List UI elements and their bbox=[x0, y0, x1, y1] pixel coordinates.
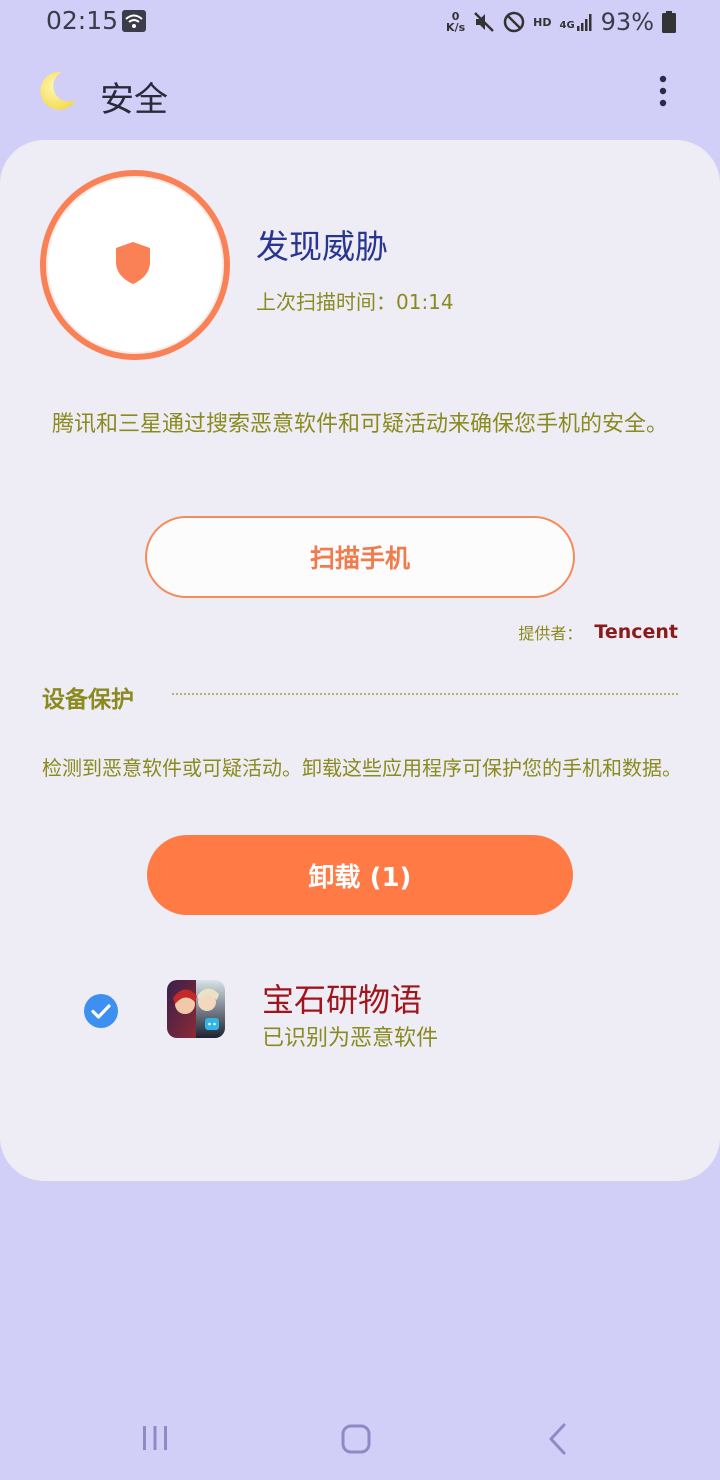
recents-icon[interactable] bbox=[140, 1424, 170, 1452]
battery-percent: 93% bbox=[600, 8, 654, 36]
app-bar: 安全 bbox=[0, 60, 720, 124]
network-speed: 0 K/s bbox=[446, 10, 466, 34]
shield-icon bbox=[116, 242, 150, 284]
hd-indicator: HD bbox=[533, 15, 552, 29]
signal-icon bbox=[576, 14, 592, 31]
last-scan-time: 上次扫描时间：01:14 bbox=[256, 290, 454, 314]
threat-status-title: 发现威胁 bbox=[256, 227, 388, 266]
page-title: 安全 bbox=[100, 80, 168, 120]
provider-info: 提供者： Tencent bbox=[518, 620, 678, 644]
provider-label: 提供者： bbox=[518, 624, 583, 643]
back-icon[interactable] bbox=[546, 1422, 570, 1456]
wifi-icon bbox=[122, 10, 146, 32]
battery-icon bbox=[662, 11, 676, 33]
status-bar: 02:15 0 K/s HD 4G 93% bbox=[0, 0, 720, 44]
more-vertical-icon[interactable] bbox=[652, 74, 674, 108]
app-malware-status: 已识别为恶意软件 bbox=[262, 1026, 439, 1051]
navigation-bar bbox=[0, 1400, 720, 1480]
do-not-disturb-icon bbox=[503, 11, 525, 33]
status-icons: 0 K/s HD 4G 93% bbox=[446, 6, 676, 38]
checkbox-checked-icon[interactable] bbox=[82, 992, 120, 1030]
app-icon bbox=[167, 980, 225, 1038]
section-divider bbox=[172, 693, 678, 695]
scan-phone-button[interactable]: 扫描手机 bbox=[145, 516, 575, 598]
security-description: 腾讯和三星通过搜索恶意软件和可疑活动来确保您手机的安全。 bbox=[51, 412, 668, 437]
mute-icon bbox=[474, 12, 495, 32]
home-icon[interactable] bbox=[340, 1423, 372, 1455]
uninstall-button[interactable]: 卸载 (1) bbox=[147, 835, 573, 915]
app-name: 宝石研物语 bbox=[262, 981, 423, 1019]
provider-name: Tencent bbox=[594, 621, 678, 643]
moon-icon bbox=[40, 71, 76, 110]
status-time: 02:15 bbox=[46, 6, 119, 35]
device-protection-description: 检测到恶意软件或可疑活动。卸载这些应用程序可保护您的手机和数据。 bbox=[42, 756, 682, 780]
device-protection-title: 设备保护 bbox=[42, 687, 134, 713]
network-indicator: 4G bbox=[559, 13, 592, 31]
